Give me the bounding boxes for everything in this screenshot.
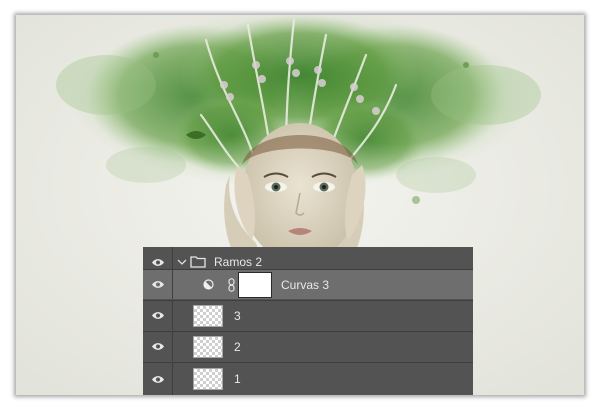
layer-mask-thumbnail[interactable] bbox=[238, 272, 272, 298]
layer-row-2[interactable]: 2 bbox=[143, 331, 473, 361]
visibility-toggle[interactable] bbox=[143, 332, 173, 361]
layer-name: 2 bbox=[234, 339, 241, 354]
eye-icon bbox=[151, 312, 164, 319]
chain-link-icon[interactable] bbox=[228, 278, 235, 292]
layer-row-3[interactable]: 3 bbox=[143, 300, 473, 330]
layer-row-curves[interactable]: Curvas 3 bbox=[143, 269, 473, 299]
layer-thumbnail bbox=[193, 305, 223, 327]
layer-name: Curvas 3 bbox=[281, 277, 330, 292]
canvas-frame: Ramos 2 Curvas 3 3 2 1 bbox=[16, 15, 584, 395]
layer-name: 3 bbox=[234, 308, 241, 323]
layers-panel: Ramos 2 Curvas 3 3 2 1 bbox=[143, 247, 473, 395]
eye-icon bbox=[151, 343, 164, 350]
half-circle-adjustment-icon bbox=[203, 279, 214, 290]
visibility-toggle[interactable] bbox=[143, 270, 173, 299]
eye-icon bbox=[151, 258, 164, 266]
layer-thumbnail bbox=[193, 368, 223, 390]
eye-icon bbox=[151, 281, 164, 288]
layer-thumbnail bbox=[193, 336, 223, 358]
layer-name: 1 bbox=[234, 372, 241, 386]
chevron-down-icon[interactable] bbox=[177, 257, 187, 267]
folder-icon bbox=[190, 256, 206, 268]
visibility-toggle[interactable] bbox=[143, 363, 173, 395]
visibility-toggle[interactable] bbox=[143, 301, 173, 330]
eye-icon bbox=[151, 375, 164, 383]
layer-row-1[interactable]: 1 bbox=[143, 362, 473, 395]
